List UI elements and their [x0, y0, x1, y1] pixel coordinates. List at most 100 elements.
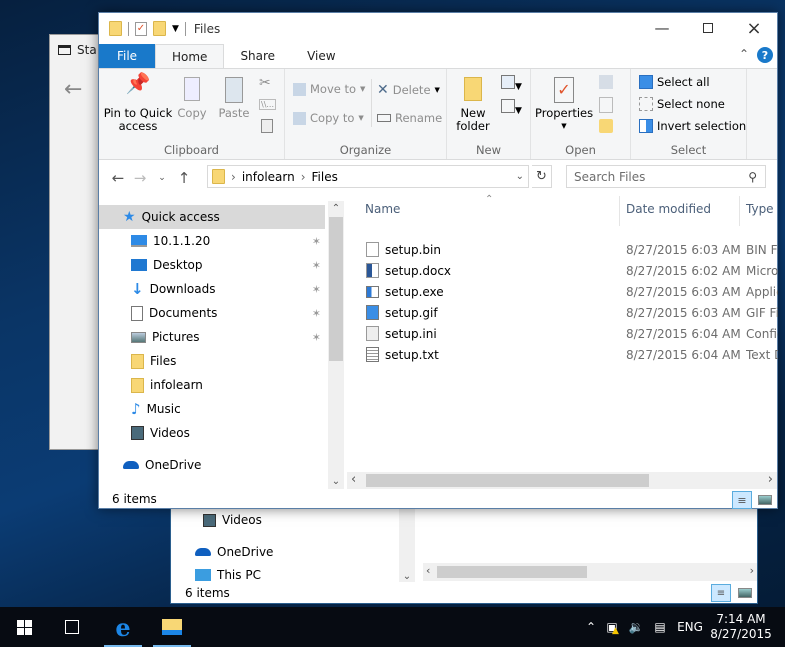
pin-to-quick-access-button[interactable]: 📌 Pin to Quick access	[103, 73, 173, 133]
nav-item-quick-access[interactable]: ★ Quick access	[99, 205, 325, 229]
maximize-button[interactable]	[685, 13, 731, 43]
column-header-name[interactable]: Name	[365, 202, 400, 216]
file-row[interactable]: setup.txt 8/27/2015 6:04 AM Text Document	[347, 344, 778, 365]
tab-file[interactable]: File	[99, 44, 155, 68]
invert-selection-button[interactable]: Invert selection	[639, 119, 746, 133]
task-view-button[interactable]	[48, 607, 96, 647]
tab-share[interactable]: Share	[224, 44, 291, 68]
tab-home[interactable]: Home	[155, 44, 225, 68]
scroll-right-icon[interactable]: ›	[768, 472, 773, 487]
nav-item-infolearn[interactable]: infolearn	[99, 373, 325, 397]
scroll-down-icon[interactable]: ⌄	[399, 571, 415, 582]
nav-item-music[interactable]: ♪ Music	[99, 397, 325, 421]
properties-button[interactable]: ✓ Properties ▼	[535, 77, 593, 133]
scroll-up-icon[interactable]: ⌃	[328, 203, 344, 214]
large-icons-view-button[interactable]	[755, 491, 775, 509]
paste-shortcut-icon[interactable]	[261, 119, 273, 133]
scroll-left-icon[interactable]: ‹	[426, 564, 430, 577]
breadcrumb-infolearn[interactable]: infolearn	[242, 170, 295, 184]
clock[interactable]: 7:14 AM 8/27/2015	[708, 612, 774, 642]
paste-button[interactable]: Paste	[215, 77, 253, 120]
back-arrow-icon[interactable]: ←	[64, 77, 82, 102]
start-button[interactable]	[0, 607, 48, 647]
nav-item-onedrive[interactable]: OneDrive	[99, 453, 325, 477]
horizontal-scrollbar[interactable]: ‹ ›	[423, 563, 757, 581]
column-header-type[interactable]: Type	[746, 202, 774, 216]
address-bar[interactable]: › infolearn › Files ⌄	[207, 165, 529, 188]
minimize-button[interactable]: —	[639, 13, 685, 43]
refresh-button[interactable]: ↻	[532, 165, 552, 188]
title-bar[interactable]: ✓ ▼ Files — ×	[99, 13, 777, 44]
nav-item-documents[interactable]: Documents ✶	[99, 301, 325, 325]
up-button[interactable]: ↑	[173, 169, 195, 187]
recent-locations-button[interactable]: ⌄	[151, 173, 173, 183]
horizontal-scrollbar[interactable]: ‹ ›	[347, 472, 777, 489]
copy-path-icon[interactable]: \\...	[259, 99, 277, 110]
column-header-date-modified[interactable]: Date modified	[626, 202, 711, 216]
pinned-icon[interactable]: ✶	[312, 259, 321, 272]
cut-icon[interactable]: ✂	[259, 75, 271, 91]
nav-scrollbar[interactable]: ⌃ ⌄	[328, 201, 344, 489]
volume-icon[interactable]: 🔉	[624, 620, 648, 634]
scroll-right-icon[interactable]: ›	[750, 564, 754, 577]
pinned-icon[interactable]: ✶	[312, 283, 321, 296]
scroll-down-icon[interactable]: ⌄	[328, 476, 344, 487]
scroll-thumb[interactable]	[366, 474, 649, 487]
column-divider[interactable]	[739, 196, 740, 226]
language-indicator[interactable]: ENG	[672, 620, 708, 634]
file-row[interactable]: setup.ini 8/27/2015 6:04 AM Configuration …	[347, 323, 778, 344]
nav-scrollbar[interactable]: ⌄	[399, 506, 415, 582]
new-folder-qat-icon[interactable]	[153, 21, 166, 36]
rename-button[interactable]: Rename	[377, 111, 442, 125]
copy-button[interactable]: Copy	[175, 77, 209, 120]
show-hidden-icons[interactable]: ⌃	[582, 620, 600, 634]
column-divider[interactable]	[619, 196, 620, 226]
file-explorer-window[interactable]: ✓ ▼ Files — × File Home Share View ⌃ ? 📌…	[98, 12, 778, 509]
nav-item-this-pc[interactable]: This PC	[195, 568, 421, 582]
search-input[interactable]: Search Files ⚲	[566, 165, 766, 188]
details-view-button[interactable]: ≡	[711, 584, 731, 602]
close-button[interactable]: ×	[731, 13, 777, 43]
nav-item-pictures[interactable]: Pictures ✶	[99, 325, 325, 349]
properties-qat-icon[interactable]: ✓	[135, 21, 147, 36]
new-folder-button[interactable]: New folder	[455, 77, 491, 133]
taskbar-file-explorer[interactable]	[149, 607, 195, 647]
file-row[interactable]: setup.exe 8/27/2015 6:03 AM Application	[347, 281, 778, 302]
nav-item-10-1-1-20[interactable]: 10.1.1.20 ✶	[99, 229, 325, 253]
breadcrumb-files[interactable]: Files	[312, 170, 338, 184]
nav-item-downloads[interactable]: ↓ Downloads ✶	[99, 277, 325, 301]
edit-icon[interactable]	[599, 97, 613, 113]
nav-item-videos[interactable]: Videos	[203, 508, 429, 532]
scroll-thumb[interactable]	[329, 217, 343, 361]
select-all-button[interactable]: Select all	[639, 75, 710, 89]
tab-view[interactable]: View	[291, 44, 351, 68]
file-row[interactable]: setup.docx 8/27/2015 6:02 AM Microsoft Wor…	[347, 260, 778, 281]
history-icon[interactable]	[599, 119, 613, 133]
nav-item-files[interactable]: Files	[99, 349, 325, 373]
customize-qat-icon[interactable]: ▼	[172, 24, 179, 34]
open-icon[interactable]	[599, 75, 613, 89]
address-dropdown-icon[interactable]: ⌄	[516, 171, 524, 182]
nav-item-desktop[interactable]: Desktop ✶	[99, 253, 325, 277]
pinned-icon[interactable]: ✶	[312, 235, 321, 248]
collapse-ribbon-icon[interactable]: ⌃	[739, 47, 749, 61]
file-row[interactable]: setup.gif 8/27/2015 6:03 AM GIF File	[347, 302, 778, 323]
scroll-thumb[interactable]	[437, 566, 587, 578]
pinned-icon[interactable]: ✶	[312, 331, 321, 344]
forward-button[interactable]: →	[129, 169, 151, 187]
easy-access-button[interactable]: ▼	[501, 99, 522, 116]
back-button[interactable]: ←	[107, 169, 129, 187]
move-to-button[interactable]: Move to ▼	[293, 82, 365, 96]
nav-item-videos[interactable]: Videos	[99, 421, 325, 445]
new-item-button[interactable]: ▼	[501, 75, 522, 92]
taskbar-edge[interactable]: e	[100, 607, 146, 647]
nav-item-onedrive[interactable]: OneDrive	[195, 540, 421, 564]
network-warning-icon[interactable]: ▣ ▲	[600, 620, 624, 636]
file-row[interactable]: setup.bin 8/27/2015 6:03 AM BIN File	[347, 239, 778, 260]
help-icon[interactable]: ?	[757, 47, 773, 63]
delete-button[interactable]: ✕ Delete ▼	[377, 82, 440, 98]
copy-to-button[interactable]: Copy to ▼	[293, 111, 364, 125]
details-view-button[interactable]: ≡	[732, 491, 752, 509]
background-explorer-window[interactable]: Videos OneDrive This PC ⌄ ‹ › 6 items ≡	[170, 505, 758, 604]
action-center-icon[interactable]: ▤	[648, 620, 672, 634]
